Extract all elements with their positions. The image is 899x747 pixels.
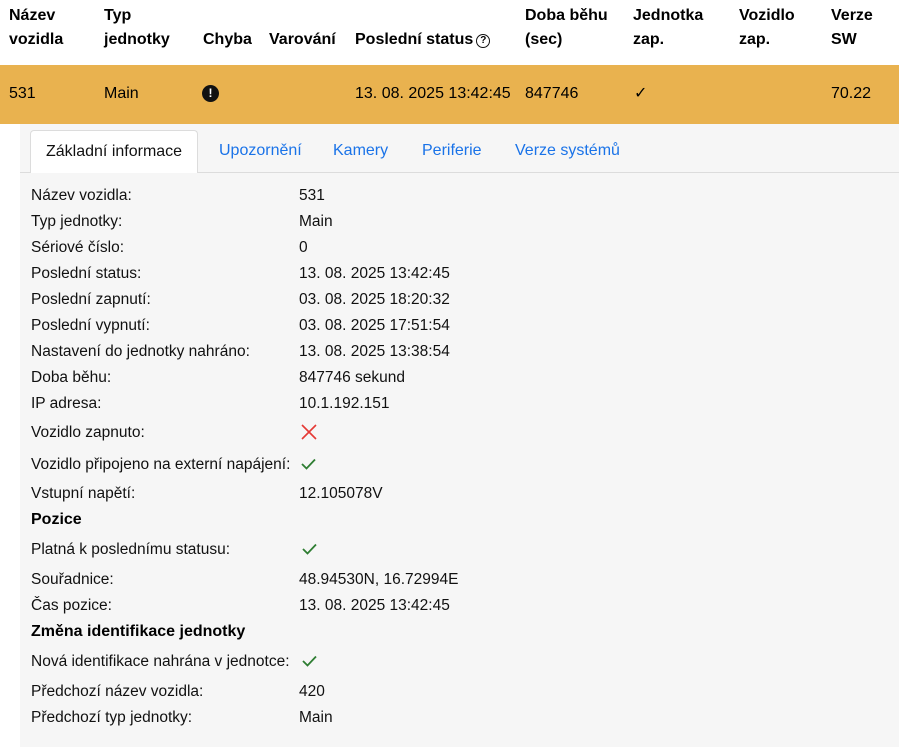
- value-runtime: 847746 sekund: [299, 369, 406, 386]
- label-input-voltage: Vstupní napětí:: [31, 485, 136, 502]
- label-previous-unit-type: Předchozí typ jednotky:: [31, 709, 193, 726]
- tab-alerts[interactable]: Upozornění: [219, 130, 302, 171]
- label-external-power: Vozidlo připojeno na externí napájení:: [31, 456, 291, 473]
- section-position-title: Pozice: [31, 511, 82, 528]
- header-last-status[interactable]: Poslední status?: [355, 28, 491, 52]
- value-position-time: 13. 08. 2025 13:42:45: [299, 597, 450, 614]
- value-last-power-off: 03. 08. 2025 17:51:54: [299, 317, 450, 334]
- value-coordinates: 48.94530N, 16.72994E: [299, 571, 459, 588]
- header-vehicle-on[interactable]: Vozidlo zap.: [739, 4, 795, 52]
- header-sw-version[interactable]: Verze SW: [831, 4, 873, 52]
- label-coordinates: Souřadnice:: [31, 571, 114, 588]
- value-previous-unit-type: Main: [299, 709, 333, 726]
- header-warning[interactable]: Varování: [269, 28, 336, 52]
- label-unit-type: Typ jednotky:: [31, 213, 123, 230]
- tab-system-versions[interactable]: Verze systémů: [515, 130, 620, 171]
- tab-cameras[interactable]: Kamery: [333, 130, 388, 171]
- tab-bar: Základní informace Upozornění Kamery Per…: [20, 124, 899, 173]
- label-last-status: Poslední status:: [31, 265, 142, 282]
- label-position-valid: Platná k poslednímu statusu:: [31, 541, 231, 558]
- cell-sw-version: 70.22: [831, 85, 872, 102]
- label-new-id-uploaded: Nová identifikace nahrána v jednotce:: [31, 653, 290, 670]
- value-unit-type: Main: [299, 213, 333, 230]
- label-position-time: Čas pozice:: [31, 597, 112, 614]
- header-runtime[interactable]: Doba běhu (sec): [525, 4, 608, 52]
- value-input-voltage: 12.105078V: [299, 485, 383, 502]
- label-last-power-on: Poslední zapnutí:: [31, 291, 151, 308]
- label-ip-address: IP adresa:: [31, 395, 102, 412]
- label-runtime: Doba běhu:: [31, 369, 112, 386]
- cell-runtime: 847746: [525, 85, 579, 102]
- label-previous-vehicle-name: Předchozí název vozidla:: [31, 683, 204, 700]
- value-previous-vehicle-name: 420: [299, 683, 325, 700]
- exclamation-circle-icon: !: [202, 85, 219, 102]
- info-icon[interactable]: ?: [476, 34, 491, 48]
- value-config-uploaded: 13. 08. 2025 13:38:54: [299, 343, 450, 360]
- detail-panel: Základní informace Upozornění Kamery Per…: [20, 124, 899, 747]
- label-vehicle-name: Název vozidla:: [31, 187, 132, 204]
- header-vehicle-name[interactable]: Název vozidla: [9, 4, 63, 52]
- value-last-power-on: 03. 08. 2025 18:20:32: [299, 291, 450, 308]
- label-serial-number: Sériové číslo:: [31, 239, 125, 256]
- value-ip-address: 10.1.192.151: [299, 395, 390, 412]
- header-unit-on[interactable]: Jednotka zap.: [633, 4, 703, 52]
- check-icon: [302, 655, 317, 667]
- cell-vehicle-name: 531: [9, 85, 36, 102]
- check-icon: [302, 543, 317, 555]
- label-vehicle-on: Vozidlo zapnuto:: [31, 424, 145, 441]
- check-icon: [301, 458, 316, 470]
- tab-peripherals[interactable]: Periferie: [422, 130, 482, 171]
- label-config-uploaded: Nastavení do jednotky nahráno:: [31, 343, 250, 360]
- value-vehicle-name: 531: [299, 187, 325, 204]
- header-unit-type[interactable]: Typ jednotky: [104, 4, 170, 52]
- value-serial-number: 0: [299, 239, 308, 256]
- header-error[interactable]: Chyba: [203, 28, 252, 52]
- label-last-power-off: Poslední vypnutí:: [31, 317, 150, 334]
- section-id-change-title: Změna identifikace jednotky: [31, 623, 246, 640]
- cell-last-status: 13. 08. 2025 13:42:45: [355, 85, 511, 102]
- cell-unit-type: Main: [104, 85, 139, 102]
- table-row[interactable]: 531 Main ! 13. 08. 2025 13:42:45 847746 …: [0, 65, 899, 124]
- value-last-status: 13. 08. 2025 13:42:45: [299, 265, 450, 282]
- cross-icon: [301, 424, 317, 440]
- check-icon: ✓: [634, 85, 648, 102]
- tab-basic-info[interactable]: Základní informace: [30, 130, 199, 173]
- header-last-status-label: Poslední status: [355, 31, 474, 48]
